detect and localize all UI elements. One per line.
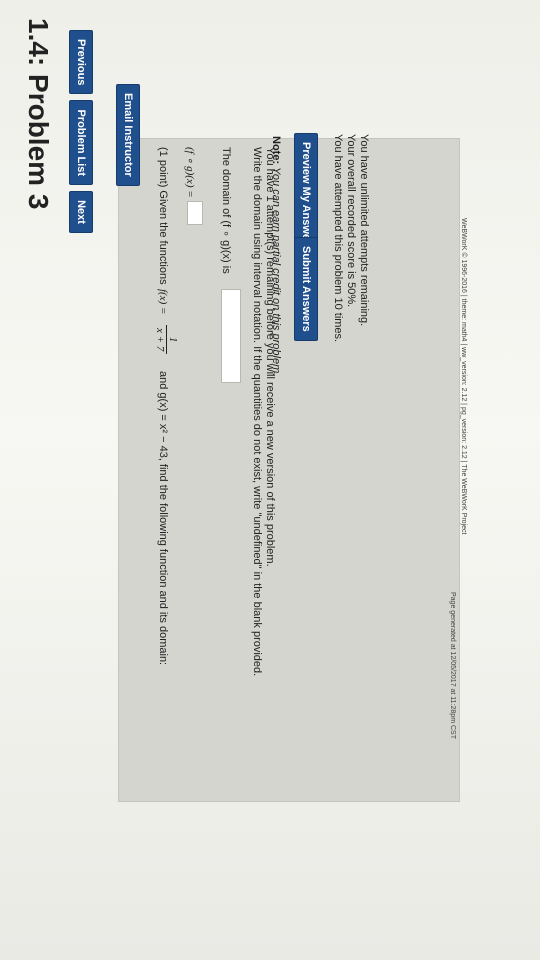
- problem-nav: Previous Problem List Next: [69, 30, 93, 233]
- g-definition: and g(x) = x² − 43, find the following f…: [157, 371, 169, 666]
- domain-answer-input[interactable]: [221, 289, 241, 383]
- note-label: Note:: [270, 136, 282, 165]
- page-generated-footer: Page generated at 12/05/2017 at 11:28pm …: [449, 592, 456, 739]
- submit-answers-button[interactable]: Submit Answers: [294, 237, 318, 341]
- composite-label: (f ∘ g)(x) =: [184, 147, 196, 198]
- previous-button[interactable]: Previous: [69, 30, 93, 95]
- page-title: 1.4: Problem 3: [23, 18, 54, 210]
- attempted-count-text: You have attempted this problem 10 times…: [332, 134, 344, 343]
- f-fraction: 1 x + 7: [154, 325, 179, 355]
- f-label: f(x) =: [157, 289, 169, 315]
- problem-intro: (1 point) Given the functions: [157, 147, 169, 285]
- note-text: You can earn partial credit on this prob…: [270, 167, 282, 377]
- problem-body: (1 point) Given the functions f(x) = 1 x…: [118, 138, 460, 802]
- domain-label: The domain of (f ∘ g)(x) is: [220, 147, 232, 274]
- unlimited-attempts-text: You have unlimited attempts remaining.: [358, 134, 370, 327]
- partial-credit-note: Note: You can earn partial credit on thi…: [270, 136, 282, 376]
- composite-answer-input[interactable]: [187, 201, 203, 225]
- copyright-footer: WeBWorK © 1996-2016 | theme: math4 | ww_…: [460, 218, 467, 535]
- webwork-page: 1.4: Problem 3 Previous Problem List Nex…: [0, 0, 540, 960]
- instructions-text: Write the domain using interval notation…: [251, 147, 263, 677]
- email-instructor-button[interactable]: Email Instructor: [116, 84, 140, 186]
- next-button[interactable]: Next: [69, 191, 93, 233]
- f-denominator: x + 7: [154, 328, 166, 352]
- score-text: Your overall recorded score is 50%.: [345, 134, 357, 308]
- f-numerator: 1: [166, 325, 179, 355]
- problem-list-button[interactable]: Problem List: [69, 100, 93, 186]
